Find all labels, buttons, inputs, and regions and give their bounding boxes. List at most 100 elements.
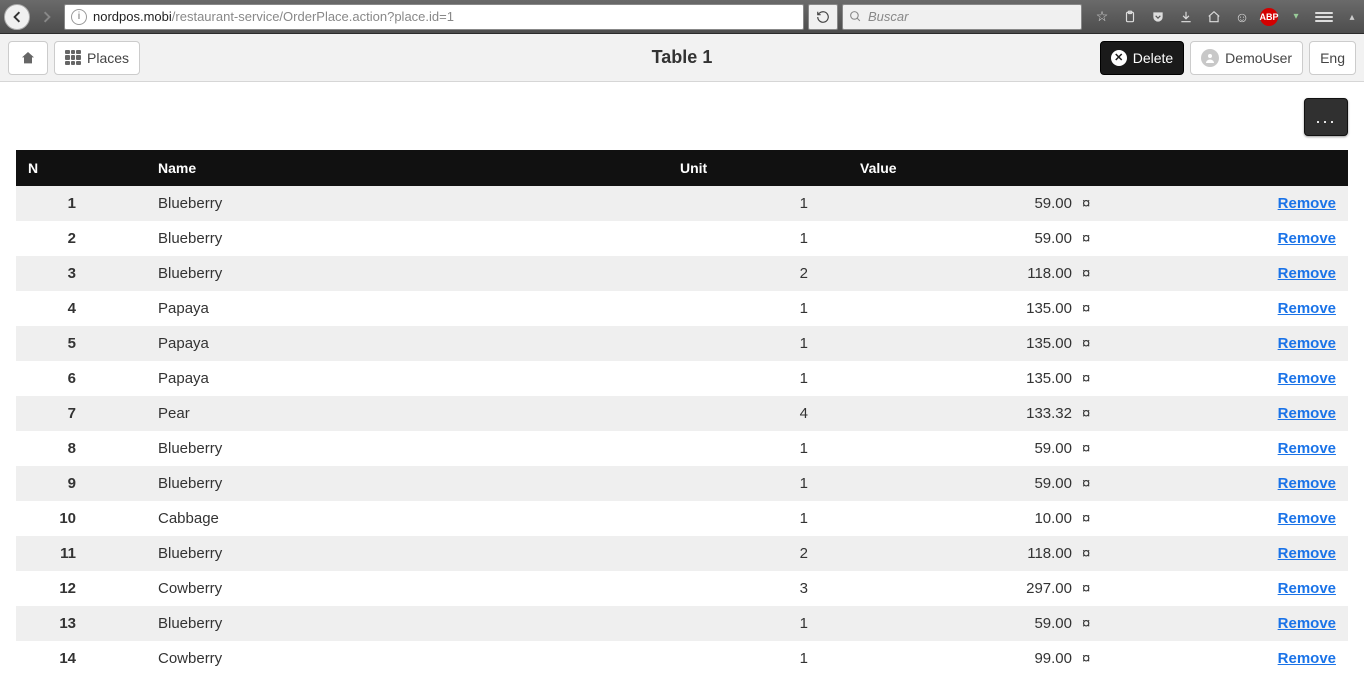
bookmark-star-icon[interactable]: ☆ <box>1092 7 1112 27</box>
cell-unit: 1 <box>668 466 848 501</box>
cell-name: Blueberry <box>146 256 668 291</box>
clipboard-icon[interactable] <box>1120 7 1140 27</box>
cell-unit: 1 <box>668 186 848 221</box>
cell-action: Remove <box>1148 501 1348 536</box>
cell-n: 11 <box>16 536 146 571</box>
downloads-icon[interactable] <box>1176 7 1196 27</box>
cell-value: 135.00 <box>848 291 1078 326</box>
cell-name: Blueberry <box>146 606 668 641</box>
cell-currency: ¤ <box>1078 291 1148 326</box>
table-row: 9Blueberry159.00¤Remove <box>16 466 1348 501</box>
col-header-name: Name <box>146 150 668 186</box>
remove-link[interactable]: Remove <box>1278 510 1336 527</box>
adblock-icon[interactable]: ABP <box>1260 8 1278 26</box>
remove-link[interactable]: Remove <box>1278 615 1336 632</box>
remove-link[interactable]: Remove <box>1278 230 1336 247</box>
cell-currency: ¤ <box>1078 641 1148 676</box>
table-row: 12Cowberry3297.00¤Remove <box>16 571 1348 606</box>
table-row: 1Blueberry159.00¤Remove <box>16 186 1348 221</box>
language-button[interactable]: Eng <box>1309 41 1356 75</box>
grid-icon <box>65 50 81 66</box>
cell-action: Remove <box>1148 431 1348 466</box>
cell-name: Cowberry <box>146 571 668 606</box>
cell-n: 9 <box>16 466 146 501</box>
remove-link[interactable]: Remove <box>1278 370 1336 387</box>
remove-link[interactable]: Remove <box>1278 335 1336 352</box>
delete-button[interactable]: ✕ Delete <box>1100 41 1184 75</box>
back-button[interactable] <box>4 4 30 30</box>
col-header-currency <box>1078 150 1148 186</box>
forward-button[interactable] <box>34 4 60 30</box>
cell-unit: 1 <box>668 501 848 536</box>
cell-n: 7 <box>16 396 146 431</box>
cell-unit: 1 <box>668 326 848 361</box>
cell-action: Remove <box>1148 186 1348 221</box>
cell-n: 10 <box>16 501 146 536</box>
table-row: 7Pear4133.32¤Remove <box>16 396 1348 431</box>
cell-n: 2 <box>16 221 146 256</box>
home-button[interactable] <box>8 41 48 75</box>
cell-name: Blueberry <box>146 536 668 571</box>
cell-value: 133.32 <box>848 396 1078 431</box>
user-label: DemoUser <box>1225 50 1292 66</box>
cell-unit: 1 <box>668 221 848 256</box>
browser-search-input[interactable]: Buscar <box>842 4 1082 30</box>
cell-name: Cowberry <box>146 641 668 676</box>
reload-button[interactable] <box>808 4 838 30</box>
cell-unit: 2 <box>668 536 848 571</box>
cell-currency: ¤ <box>1078 571 1148 606</box>
language-label: Eng <box>1320 50 1345 66</box>
dropdown-chevron-icon[interactable]: ▾ <box>1286 7 1306 27</box>
home-icon[interactable] <box>1204 7 1224 27</box>
col-header-unit: Unit <box>668 150 848 186</box>
cell-currency: ¤ <box>1078 536 1148 571</box>
remove-link[interactable]: Remove <box>1278 195 1336 212</box>
cell-n: 8 <box>16 431 146 466</box>
cell-action: Remove <box>1148 326 1348 361</box>
remove-link[interactable]: Remove <box>1278 405 1336 422</box>
cell-action: Remove <box>1148 396 1348 431</box>
cell-value: 59.00 <box>848 221 1078 256</box>
cell-currency: ¤ <box>1078 501 1148 536</box>
cell-currency: ¤ <box>1078 361 1148 396</box>
cell-value: 59.00 <box>848 466 1078 501</box>
cell-value: 297.00 <box>848 571 1078 606</box>
cell-name: Papaya <box>146 326 668 361</box>
close-icon: ✕ <box>1111 50 1127 66</box>
address-bar[interactable]: i nordpos.mobi/restaurant-service/OrderP… <box>64 4 804 30</box>
pocket-icon[interactable] <box>1148 7 1168 27</box>
cell-unit: 1 <box>668 431 848 466</box>
cell-value: 59.00 <box>848 186 1078 221</box>
cell-name: Blueberry <box>146 221 668 256</box>
cell-value: 59.00 <box>848 431 1078 466</box>
hamburger-menu-icon[interactable] <box>1314 7 1334 27</box>
table-row: 10Cabbage110.00¤Remove <box>16 501 1348 536</box>
site-info-icon[interactable]: i <box>71 9 87 25</box>
more-actions-button[interactable]: ... <box>1304 98 1348 136</box>
remove-link[interactable]: Remove <box>1278 545 1336 562</box>
cell-name: Papaya <box>146 361 668 396</box>
table-row: 8Blueberry159.00¤Remove <box>16 431 1348 466</box>
remove-link[interactable]: Remove <box>1278 580 1336 597</box>
remove-link[interactable]: Remove <box>1278 475 1336 492</box>
cell-currency: ¤ <box>1078 256 1148 291</box>
cell-name: Cabbage <box>146 501 668 536</box>
ellipsis-icon: ... <box>1315 107 1336 128</box>
col-header-action <box>1148 150 1348 186</box>
places-button[interactable]: Places <box>54 41 140 75</box>
remove-link[interactable]: Remove <box>1278 650 1336 667</box>
remove-link[interactable]: Remove <box>1278 300 1336 317</box>
face-icon[interactable]: ☺ <box>1232 7 1252 27</box>
cell-n: 5 <box>16 326 146 361</box>
cell-n: 6 <box>16 361 146 396</box>
user-button[interactable]: DemoUser <box>1190 41 1303 75</box>
remove-link[interactable]: Remove <box>1278 440 1336 457</box>
cell-currency: ¤ <box>1078 221 1148 256</box>
remove-link[interactable]: Remove <box>1278 265 1336 282</box>
url-text: nordpos.mobi/restaurant-service/OrderPla… <box>93 9 797 24</box>
scrollbar-up-icon[interactable]: ▴ <box>1344 10 1360 23</box>
cell-currency: ¤ <box>1078 606 1148 641</box>
cell-currency: ¤ <box>1078 431 1148 466</box>
cell-n: 4 <box>16 291 146 326</box>
table-row: 11Blueberry2118.00¤Remove <box>16 536 1348 571</box>
